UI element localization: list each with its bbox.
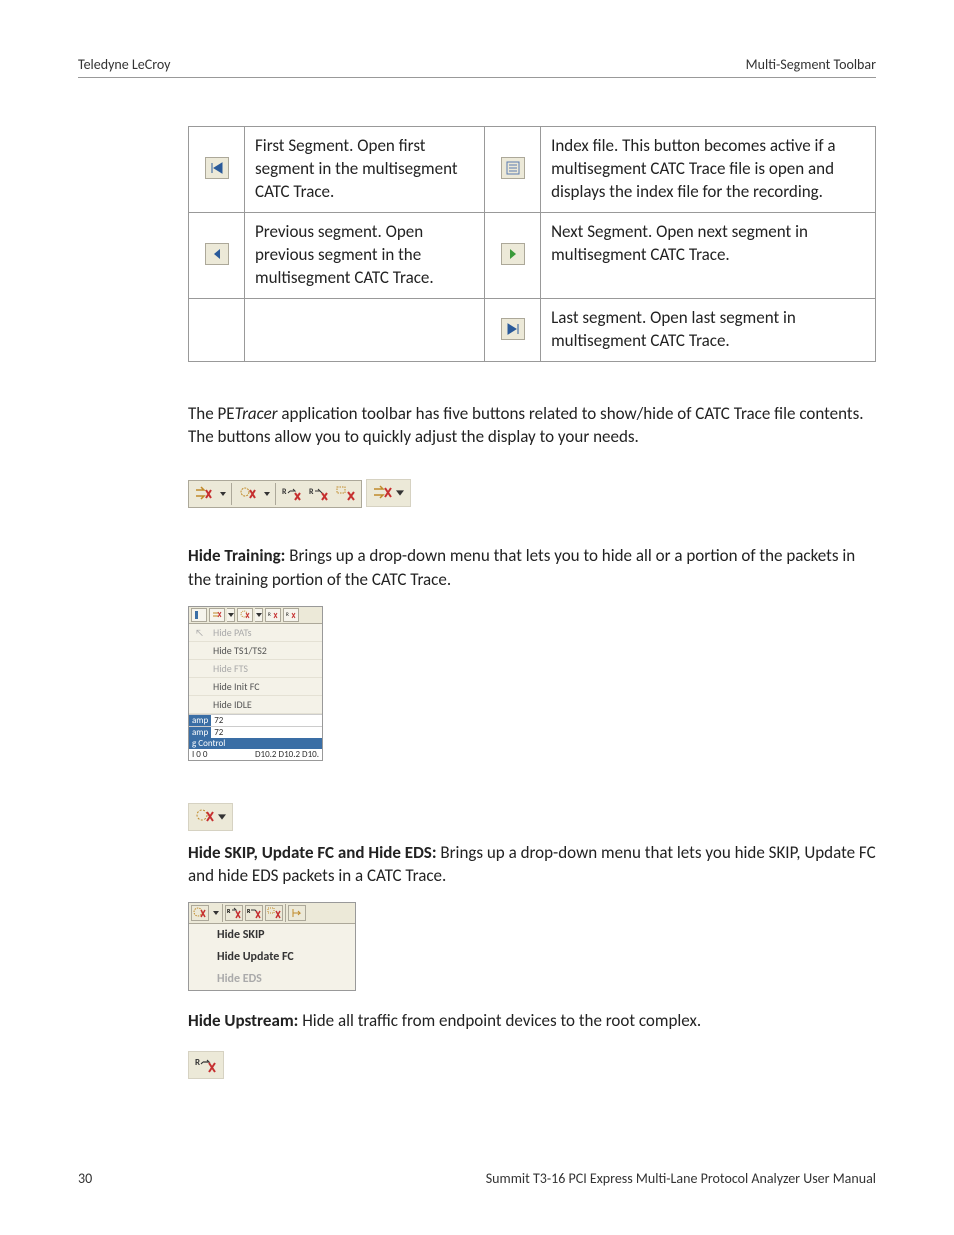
index-file-icon bbox=[501, 157, 525, 179]
hide-skip-icon[interactable] bbox=[236, 483, 260, 505]
intro-paragraph: The PETracer application toolbar has fiv… bbox=[188, 402, 876, 450]
last-segment-desc: Last segment. Open last segment in multi… bbox=[541, 298, 876, 361]
first-segment-desc: First Segment. Open first segment in the… bbox=[245, 127, 485, 213]
previous-segment-icon bbox=[205, 243, 229, 265]
hide-training-icon[interactable] bbox=[192, 483, 216, 505]
footer-title: Summit T3-16 PCI Express Multi-Lane Prot… bbox=[486, 1170, 876, 1187]
next-segment-desc: Next Segment. Open next segment in multi… bbox=[541, 212, 876, 298]
svg-text:R: R bbox=[268, 612, 271, 618]
hide-upstream-icon[interactable]: R bbox=[280, 483, 304, 505]
hide-skip-paragraph: Hide SKIP, Update FC and Hide EDS: Bring… bbox=[188, 841, 876, 889]
svg-text:R: R bbox=[286, 612, 289, 618]
header-right: Multi-Segment Toolbar bbox=[746, 56, 876, 73]
hide-training-button[interactable] bbox=[366, 479, 411, 507]
index-file-desc: Index file. This button becomes active i… bbox=[541, 127, 876, 213]
svg-text:R: R bbox=[247, 907, 251, 915]
svg-text:R: R bbox=[227, 907, 231, 915]
menu-item[interactable]: Hide TS1/TS2 bbox=[189, 642, 322, 660]
last-segment-icon bbox=[501, 318, 525, 340]
hide-skip-menu-screenshot: R R Hide SKIP Hide Update FC Hide EDS bbox=[188, 902, 356, 991]
hide-downstream-icon[interactable]: R bbox=[307, 483, 331, 505]
hide-skip-button[interactable] bbox=[188, 803, 233, 831]
menu-item[interactable]: ↖Hide PATs bbox=[189, 624, 322, 642]
menu-item[interactable]: Hide Update FC bbox=[189, 946, 355, 968]
dropdown-arrow-icon[interactable] bbox=[263, 484, 271, 504]
first-segment-icon bbox=[205, 157, 229, 179]
svg-text:R: R bbox=[309, 487, 314, 497]
hide-upstream-paragraph: Hide Upstream: Hide all traffic from end… bbox=[188, 1009, 876, 1033]
previous-segment-desc: Previous segment. Open previous segment … bbox=[245, 212, 485, 298]
segment-buttons-table: First Segment. Open first segment in the… bbox=[188, 126, 876, 362]
menu-item[interactable]: Hide IDLE bbox=[189, 696, 322, 714]
page-footer: 30 Summit T3-16 PCI Express Multi-Lane P… bbox=[78, 1170, 876, 1187]
hide-training-paragraph: Hide Training: Brings up a drop-down men… bbox=[188, 544, 876, 592]
menu-item[interactable]: Hide SKIP bbox=[189, 924, 355, 946]
hide-toolbar-strip: R R bbox=[188, 480, 362, 508]
header-left: Teledyne LeCroy bbox=[78, 56, 171, 73]
hide-cc-icon[interactable] bbox=[334, 483, 358, 505]
hide-upstream-button[interactable]: R bbox=[188, 1051, 224, 1079]
menu-item[interactable]: Hide FTS bbox=[189, 660, 322, 678]
menu-item[interactable]: Hide Init FC bbox=[189, 678, 322, 696]
next-segment-icon bbox=[501, 243, 525, 265]
hide-training-menu-screenshot: R R ↖Hide PATs Hide TS1/TS2 Hide FTS Hid… bbox=[188, 606, 323, 761]
svg-text:R: R bbox=[282, 487, 287, 497]
svg-text:R: R bbox=[195, 1057, 200, 1068]
page-number: 30 bbox=[78, 1170, 92, 1187]
page-header: Teledyne LeCroy Multi-Segment Toolbar bbox=[78, 56, 876, 78]
menu-item[interactable]: Hide EDS bbox=[189, 968, 355, 990]
dropdown-arrow-icon[interactable] bbox=[219, 484, 227, 504]
